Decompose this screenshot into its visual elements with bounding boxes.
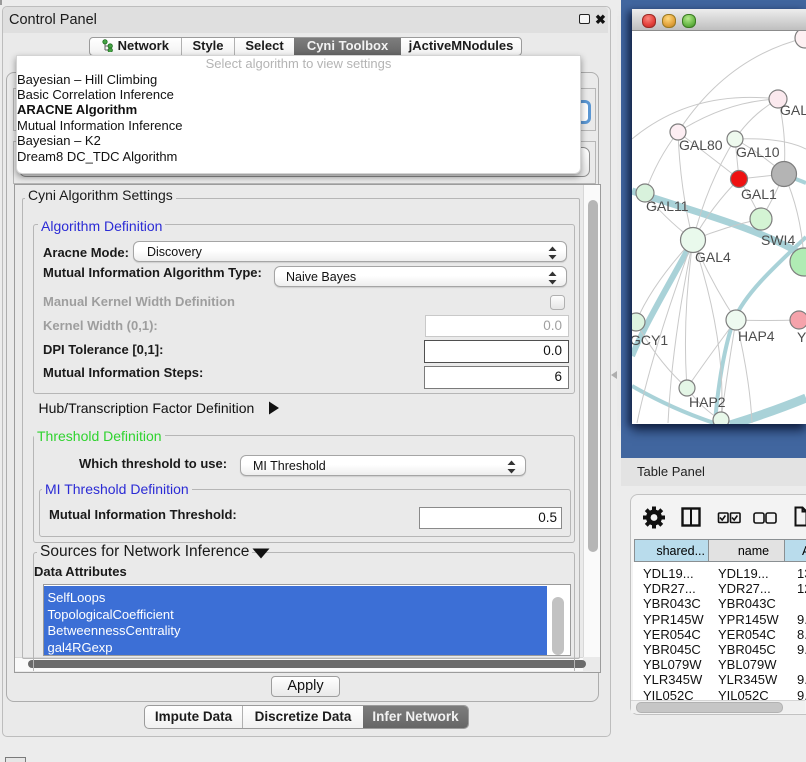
svg-text:GAL2: GAL2	[780, 102, 806, 118]
svg-text:GAL4: GAL4	[695, 249, 731, 265]
svg-text:GAL10: GAL10	[736, 144, 780, 160]
svg-text:GAL11: GAL11	[646, 198, 689, 214]
svg-text:GAL80: GAL80	[679, 137, 723, 153]
svg-text:HAP4: HAP4	[738, 328, 775, 344]
svg-text:GCY1: GCY1	[632, 332, 668, 348]
svg-text:GAL1: GAL1	[741, 186, 777, 202]
svg-text:YEL: YEL	[797, 329, 806, 345]
svg-text:HAP2: HAP2	[689, 394, 726, 410]
svg-text:SWI4: SWI4	[761, 232, 795, 248]
